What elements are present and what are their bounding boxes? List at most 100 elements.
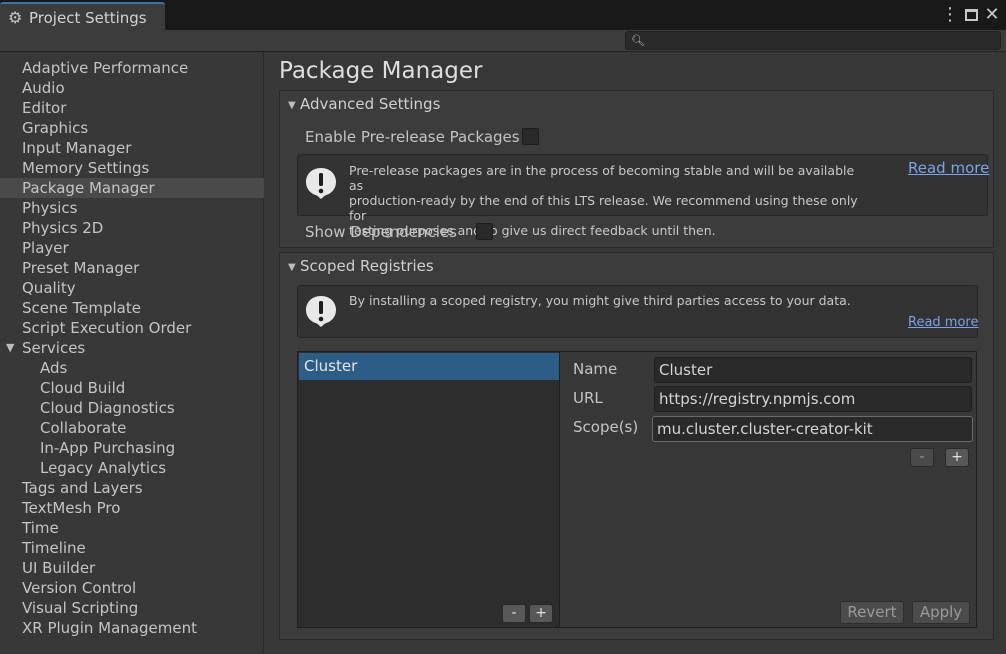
sidebar-item-xr-plugin-management[interactable]: XR Plugin Management xyxy=(0,618,264,638)
sidebar-item-preset-manager[interactable]: Preset Manager xyxy=(0,258,264,278)
maximize-icon[interactable] xyxy=(962,5,980,25)
sidebar: Adaptive Performance Audio Editor Graphics I… xyxy=(0,52,264,654)
sidebar-item-label: Graphics xyxy=(22,119,89,137)
more-options-icon[interactable]: ⋮ xyxy=(941,5,959,25)
warning-icon xyxy=(306,168,336,199)
sidebar-item-tags-and-layers[interactable]: Tags and Layers xyxy=(0,478,264,498)
registry-details: Name URL Scope(s) - + Revert Apply xyxy=(560,351,977,628)
apply-button[interactable]: Apply xyxy=(912,601,970,624)
sidebar-item-cloud-build[interactable]: Cloud Build xyxy=(0,378,264,398)
gear-icon: ⚙ xyxy=(8,8,23,27)
window-tab-title: Project Settings xyxy=(29,9,147,27)
sidebar-item-visual-scripting[interactable]: Visual Scripting xyxy=(0,598,264,618)
show-dependencies-checkbox[interactable] xyxy=(476,223,493,240)
sidebar-item-label: In-App Purchasing xyxy=(40,439,176,457)
sidebar-item-player[interactable]: Player xyxy=(0,238,264,258)
main-panel: Package Manager ▼ Advanced Settings Enab… xyxy=(265,52,1006,654)
sidebar-item-label: Memory Settings xyxy=(22,159,150,177)
sidebar-item-audio[interactable]: Audio xyxy=(0,78,264,98)
scoped-help-text: By installing a scoped registry, you mig… xyxy=(349,293,851,308)
sidebar-item-cloud-diagnostics[interactable]: Cloud Diagnostics xyxy=(0,398,264,418)
sidebar-item-label: Audio xyxy=(22,79,65,97)
sidebar-item-label: Tags and Layers xyxy=(22,479,143,497)
foldout-expanded-icon[interactable]: ▼ xyxy=(288,262,296,273)
warning-icon xyxy=(306,296,336,327)
sidebar-item-services[interactable]: ▼ Services xyxy=(0,338,264,358)
sidebar-item-physics-2d[interactable]: Physics 2D xyxy=(0,218,264,238)
sidebar-item-legacy-analytics[interactable]: Legacy Analytics xyxy=(0,458,264,478)
sidebar-item-label: Physics xyxy=(22,199,78,217)
registry-list-item-label: Cluster xyxy=(304,357,358,375)
add-registry-button[interactable]: + xyxy=(529,604,553,623)
scoped-help-box: By installing a scoped registry, you mig… xyxy=(297,285,978,338)
remove-scope-button[interactable]: - xyxy=(910,448,934,467)
sidebar-item-script-execution-order[interactable]: Script Execution Order xyxy=(0,318,264,338)
sidebar-item-collaborate[interactable]: Collaborate xyxy=(0,418,264,438)
sidebar-item-label: Script Execution Order xyxy=(22,319,192,337)
sidebar-item-version-control[interactable]: Version Control xyxy=(0,578,264,598)
sidebar-item-label: Editor xyxy=(22,99,67,117)
sidebar-item-label: Input Manager xyxy=(22,139,132,157)
sidebar-item-label: Cloud Build xyxy=(40,379,126,397)
registry-list-item[interactable]: Cluster xyxy=(299,353,559,380)
revert-button[interactable]: Revert xyxy=(840,601,904,624)
advanced-settings-header[interactable]: Advanced Settings xyxy=(300,95,440,113)
registry-scopes-label: Scope(s) xyxy=(573,418,639,436)
registry-list[interactable]: Cluster - + xyxy=(297,351,560,628)
sidebar-item-label: Collaborate xyxy=(40,419,127,437)
sidebar-item-label: TextMesh Pro xyxy=(22,499,121,517)
sidebar-item-label: Version Control xyxy=(22,579,137,597)
sidebar-item-editor[interactable]: Editor xyxy=(0,98,264,118)
sidebar-item-memory-settings[interactable]: Memory Settings xyxy=(0,158,264,178)
sidebar-item-label: Visual Scripting xyxy=(22,599,139,617)
sidebar-item-label: Physics 2D xyxy=(22,219,104,237)
sidebar-item-label: Scene Template xyxy=(22,299,141,317)
sidebar-item-label: XR Plugin Management xyxy=(22,619,197,637)
sidebar-item-ads[interactable]: Ads xyxy=(0,358,264,378)
sidebar-item-time[interactable]: Time xyxy=(0,518,264,538)
sidebar-item-label: Cloud Diagnostics xyxy=(40,399,175,417)
foldout-expanded-icon[interactable]: ▼ xyxy=(288,100,296,111)
sidebar-item-quality[interactable]: Quality xyxy=(0,278,264,298)
sidebar-item-label: Legacy Analytics xyxy=(40,459,167,477)
remove-registry-button[interactable]: - xyxy=(502,604,526,623)
sidebar-item-ui-builder[interactable]: UI Builder xyxy=(0,558,264,578)
sidebar-item-package-manager[interactable]: Package Manager xyxy=(0,178,264,198)
sidebar-item-scene-template[interactable]: Scene Template xyxy=(0,298,264,318)
registry-url-label: URL xyxy=(573,389,603,407)
sidebar-item-label: Services xyxy=(22,339,86,357)
prerelease-read-more-link[interactable]: Read more xyxy=(908,159,989,177)
advanced-settings-section: ▼ Advanced Settings Enable Pre-release P… xyxy=(279,90,994,248)
scoped-registries-header[interactable]: Scoped Registries xyxy=(300,257,434,275)
expand-arrow-icon[interactable]: ▼ xyxy=(6,338,14,358)
registry-url-field[interactable] xyxy=(654,386,972,412)
sidebar-item-label: Time xyxy=(22,519,59,537)
sidebar-item-label: Quality xyxy=(22,279,76,297)
sidebar-item-timeline[interactable]: Timeline xyxy=(0,538,264,558)
sidebar-item-in-app-purchasing[interactable]: In-App Purchasing xyxy=(0,438,264,458)
page-title: Package Manager xyxy=(279,58,483,84)
sidebar-item-label: Adaptive Performance xyxy=(22,59,189,77)
registry-scope-field[interactable] xyxy=(652,416,973,442)
sidebar-item-label: Player xyxy=(22,239,69,257)
search-box[interactable]: 🔍︎ xyxy=(625,31,1001,50)
registry-name-field[interactable] xyxy=(654,357,972,383)
sidebar-item-input-manager[interactable]: Input Manager xyxy=(0,138,264,158)
add-scope-button[interactable]: + xyxy=(945,448,969,467)
sidebar-item-label: Preset Manager xyxy=(22,259,140,277)
window-tab[interactable]: ⚙ Project Settings xyxy=(0,2,165,30)
sidebar-item-adaptive-performance[interactable]: Adaptive Performance xyxy=(0,58,264,78)
registry-name-label: Name xyxy=(573,360,618,378)
close-icon[interactable]: ✕ xyxy=(983,5,1001,25)
title-bar: ⚙ Project Settings ⋮ ✕ xyxy=(0,0,1006,30)
sidebar-item-physics[interactable]: Physics xyxy=(0,198,264,218)
prerelease-checkbox[interactable] xyxy=(522,128,539,145)
sidebar-item-textmesh-pro[interactable]: TextMesh Pro xyxy=(0,498,264,518)
show-dependencies-label: Show Dependencies xyxy=(305,223,457,241)
sidebar-item-graphics[interactable]: Graphics xyxy=(0,118,264,138)
scoped-read-more-link[interactable]: Read more xyxy=(908,315,978,330)
sidebar-item-label: UI Builder xyxy=(22,559,96,577)
prerelease-help-box: Pre-release packages are in the process … xyxy=(297,154,989,238)
sidebar-item-label: Package Manager xyxy=(22,179,155,197)
search-input[interactable] xyxy=(646,33,996,48)
